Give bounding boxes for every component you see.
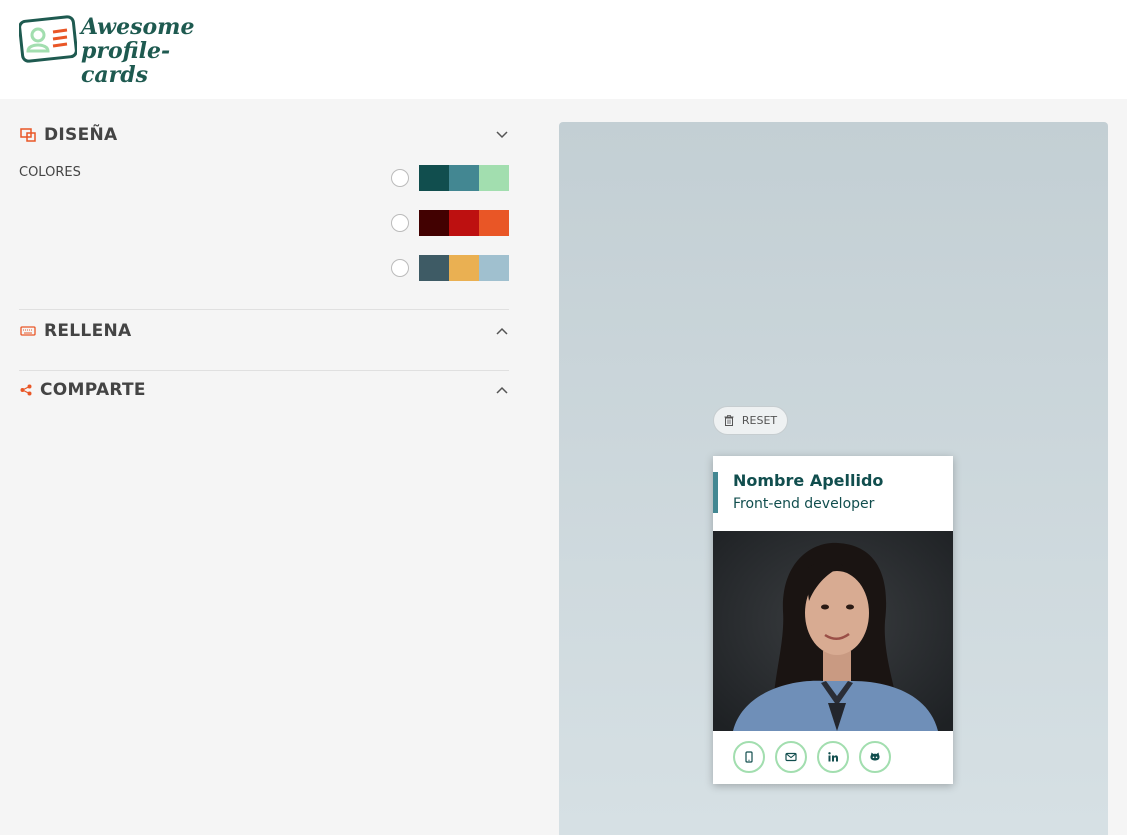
- keyboard-icon: [19, 322, 37, 340]
- email-icon: [785, 752, 797, 762]
- chevron-up-icon[interactable]: [495, 383, 509, 397]
- profile-card: Nombre Apellido Front-end developer: [713, 456, 953, 784]
- github-icon: [870, 752, 880, 761]
- palette-2-swatch-2: [449, 210, 479, 236]
- palette-3-swatch-2: [449, 255, 479, 281]
- section-design-header[interactable]: DISEÑA: [19, 120, 509, 150]
- chevron-down-icon[interactable]: [495, 128, 509, 142]
- palette-1-swatch-3: [479, 165, 509, 191]
- trash-icon: [724, 415, 734, 426]
- palette-2-swatch-3: [479, 210, 509, 236]
- header: Awesome profile-cards: [0, 0, 1127, 99]
- section-share-title: COMPARTE: [40, 380, 146, 400]
- palette-option-1[interactable]: [391, 165, 509, 191]
- section-divider: [19, 370, 509, 371]
- palette-option-2[interactable]: [391, 210, 509, 236]
- email-link[interactable]: [775, 741, 807, 773]
- section-divider: [19, 309, 509, 310]
- card-preview-area: RESET Nombre Apellido Front-end develope…: [559, 122, 1108, 835]
- colors-label: COLORES: [19, 165, 81, 180]
- palette-option-3[interactable]: [391, 255, 509, 281]
- phone-icon: [745, 751, 753, 763]
- palette-1-swatch-1: [419, 165, 449, 191]
- palette-1-radio[interactable]: [391, 169, 409, 187]
- card-accent-bar: [713, 472, 718, 513]
- phone-link[interactable]: [733, 741, 765, 773]
- palette-3-swatch-3: [479, 255, 509, 281]
- palette-3-radio[interactable]: [391, 259, 409, 277]
- github-link[interactable]: [859, 741, 891, 773]
- reset-label: RESET: [741, 414, 778, 427]
- palette-2-swatch-1: [419, 210, 449, 236]
- linkedin-icon: [828, 752, 838, 762]
- design-icon: [19, 126, 37, 144]
- profile-photo: [713, 531, 953, 731]
- logo-text: Awesome profile-cards: [81, 15, 224, 87]
- profile-card-logo-icon: [19, 15, 77, 63]
- section-fill-header[interactable]: RELLENA: [19, 316, 509, 346]
- chevron-up-icon[interactable]: [495, 324, 509, 338]
- palette-2-radio[interactable]: [391, 214, 409, 232]
- linkedin-link[interactable]: [817, 741, 849, 773]
- section-share-header[interactable]: COMPARTE: [19, 375, 509, 405]
- logo-line2: profile-cards: [81, 38, 171, 88]
- section-design-title: DISEÑA: [44, 125, 118, 145]
- section-fill-title: RELLENA: [44, 321, 132, 341]
- share-icon: [19, 381, 33, 399]
- card-job: Front-end developer: [733, 496, 875, 512]
- reset-button[interactable]: RESET: [713, 406, 788, 435]
- logo-line1: Awesome: [81, 14, 195, 40]
- card-name: Nombre Apellido: [733, 471, 884, 490]
- palette-1-swatch-2: [449, 165, 479, 191]
- card-social-links: [733, 741, 901, 773]
- palette-3-swatch-1: [419, 255, 449, 281]
- card-header: Nombre Apellido Front-end developer: [713, 456, 953, 531]
- logo[interactable]: Awesome profile-cards: [19, 15, 224, 87]
